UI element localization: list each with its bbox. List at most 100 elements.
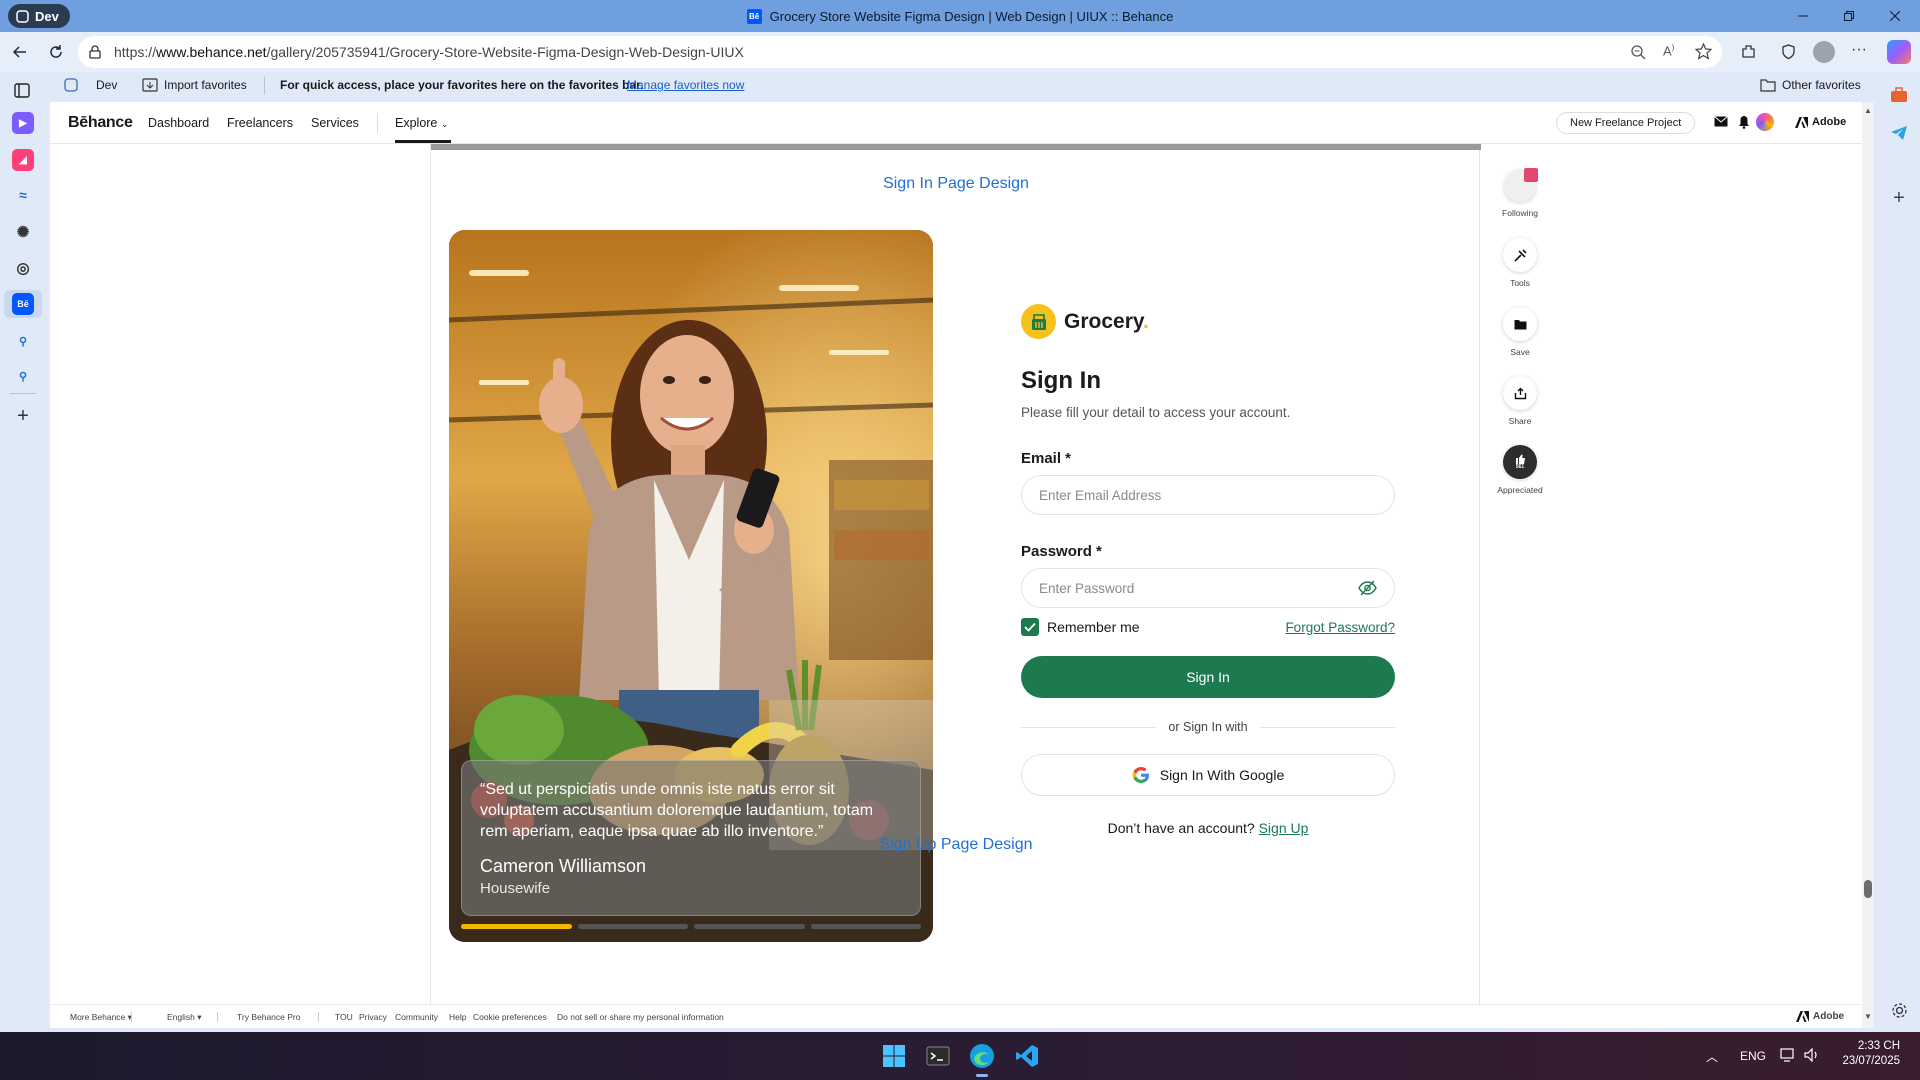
- windows-start-icon[interactable]: [880, 1042, 908, 1070]
- rail-search-icon[interactable]: ⚲: [12, 330, 34, 352]
- tray-chevron-up-icon[interactable]: ︿: [1706, 1048, 1718, 1065]
- messages-icon[interactable]: [1714, 116, 1728, 128]
- signup-prompt: Don’t have an account? Sign Up: [1107, 820, 1309, 836]
- minimize-button[interactable]: [1780, 0, 1826, 32]
- copilot-icon[interactable]: [1887, 40, 1911, 64]
- carousel-dot[interactable]: [694, 924, 805, 929]
- share-action[interactable]: Share: [1480, 376, 1560, 426]
- footer-language[interactable]: English ▾: [167, 1012, 202, 1023]
- fav-dev[interactable]: Dev: [64, 78, 117, 92]
- scroll-up-icon[interactable]: ▲: [1864, 106, 1872, 115]
- footer-community[interactable]: Community: [395, 1012, 438, 1022]
- forgot-password-link[interactable]: Forgot Password?: [1285, 620, 1395, 635]
- user-avatar[interactable]: [1756, 113, 1774, 131]
- nav-divider: [377, 113, 378, 133]
- footer-more-behance[interactable]: More Behance ▾: [70, 1012, 132, 1023]
- edge-browser-icon[interactable]: [968, 1042, 996, 1070]
- clock[interactable]: 2:33 CH 23/07/2025: [1840, 1040, 1900, 1067]
- manage-favorites-link[interactable]: Manage favorites now: [627, 78, 744, 92]
- refresh-button[interactable]: [44, 40, 68, 64]
- footer-tou[interactable]: TOU: [335, 1012, 353, 1022]
- google-signin-button[interactable]: Sign In With Google: [1021, 754, 1395, 796]
- remember-checkbox[interactable]: Remember me: [1021, 618, 1140, 636]
- vscode-icon[interactable]: [1013, 1042, 1041, 1070]
- footer-privacy[interactable]: Privacy: [359, 1012, 387, 1022]
- rail-divider: [10, 393, 36, 394]
- new-freelance-project-button[interactable]: New Freelance Project: [1556, 112, 1696, 134]
- appreciate-action[interactable]: 561 Appreciated: [1480, 445, 1560, 495]
- input-language[interactable]: ENG: [1740, 1049, 1766, 1063]
- site-info-icon[interactable]: [88, 45, 102, 59]
- zoom-icon[interactable]: [1630, 44, 1646, 60]
- browser-essentials-icon[interactable]: [1780, 43, 1797, 60]
- back-arrow-icon: [12, 46, 26, 58]
- footer-behance-pro[interactable]: Try Behance Pro: [237, 1012, 300, 1022]
- tools-briefcase-icon[interactable]: [1886, 82, 1912, 108]
- carousel-dot[interactable]: [577, 924, 688, 929]
- terminal-icon[interactable]: [924, 1042, 952, 1070]
- profile-avatar-icon[interactable]: [1813, 41, 1835, 63]
- url-text[interactable]: https://www.behance.net/gallery/20573594…: [114, 44, 744, 60]
- back-button[interactable]: [8, 40, 32, 64]
- sidebar-settings-icon[interactable]: [1886, 997, 1912, 1023]
- nav-services[interactable]: Services: [311, 116, 359, 130]
- tab-actions-icon[interactable]: [12, 80, 32, 100]
- footer-help[interactable]: Help: [449, 1012, 466, 1022]
- chevron-down-icon: ⌄: [440, 119, 449, 129]
- scroll-down-icon[interactable]: ▼: [1864, 1012, 1872, 1021]
- eye-off-icon[interactable]: [1358, 580, 1377, 596]
- footer-do-not-sell[interactable]: Do not sell or share my personal informa…: [557, 1012, 724, 1022]
- folder-icon: [1760, 79, 1776, 92]
- nav-explore[interactable]: Explore ⌄: [395, 116, 448, 130]
- rail-app-1-icon[interactable]: ▶: [12, 112, 34, 134]
- extensions-icon[interactable]: [1740, 43, 1757, 60]
- tools-icon[interactable]: [1503, 238, 1537, 272]
- signin-submit-button[interactable]: Sign In: [1021, 656, 1395, 698]
- rail-app-2-icon[interactable]: ◢: [12, 149, 34, 171]
- scroll-thumb[interactable]: [1864, 880, 1872, 898]
- password-field[interactable]: Enter Password: [1021, 568, 1395, 608]
- adobe-icon: [1796, 1011, 1809, 1022]
- rail-globe-icon[interactable]: ◎: [12, 257, 34, 279]
- close-button[interactable]: [1872, 0, 1918, 32]
- following-action[interactable]: Following: [1480, 168, 1560, 218]
- rail-search-2-icon[interactable]: ⚲: [12, 365, 34, 387]
- testimonial-quote: “Sed ut perspiciatis unde omnis iste nat…: [480, 781, 874, 840]
- nav-freelancers[interactable]: Freelancers: [227, 116, 293, 130]
- signup-link[interactable]: Sign Up: [1259, 820, 1309, 836]
- carousel-indicators: [461, 924, 921, 929]
- rail-app-3-icon[interactable]: ≈: [12, 184, 34, 206]
- carousel-dot[interactable]: [461, 924, 572, 929]
- tools-action[interactable]: Tools: [1480, 238, 1560, 288]
- telegram-icon[interactable]: [1886, 120, 1912, 146]
- sidebar-add-icon[interactable]: +: [1886, 185, 1912, 211]
- settings-more-icon[interactable]: ···: [1851, 41, 1867, 59]
- favorites-hint: For quick access, place your favorites h…: [280, 78, 644, 92]
- folder-save-icon[interactable]: [1503, 307, 1537, 341]
- import-favorites-button[interactable]: Import favorites: [142, 78, 247, 92]
- email-field[interactable]: Enter Email Address: [1021, 475, 1395, 515]
- restore-button[interactable]: [1826, 0, 1872, 32]
- favorite-star-icon[interactable]: [1695, 43, 1712, 60]
- checkbox-checked-icon[interactable]: [1021, 618, 1039, 636]
- notifications-icon[interactable]: [1738, 115, 1750, 129]
- appreciate-thumb-icon[interactable]: 561: [1503, 445, 1537, 479]
- save-action[interactable]: Save: [1480, 307, 1560, 357]
- rail-behance-icon[interactable]: Bē: [12, 293, 34, 315]
- footer-cookie-preferences[interactable]: Cookie preferences: [473, 1012, 547, 1022]
- footer-adobe[interactable]: Adobe: [1796, 1011, 1844, 1022]
- read-aloud-icon[interactable]: A): [1663, 43, 1674, 58]
- volume-icon[interactable]: [1804, 1048, 1820, 1062]
- other-favorites-button[interactable]: Other favorites: [1760, 78, 1861, 92]
- rail-add-icon[interactable]: +: [12, 405, 34, 427]
- nav-dashboard[interactable]: Dashboard: [148, 116, 209, 130]
- owner-avatar[interactable]: [1504, 168, 1538, 202]
- adobe-link[interactable]: Adobe: [1795, 116, 1846, 128]
- carousel-dot[interactable]: [810, 924, 921, 929]
- rail-openai-icon[interactable]: ✺: [12, 221, 34, 243]
- footer-divider: [217, 1012, 218, 1022]
- share-icon[interactable]: [1503, 376, 1537, 410]
- network-icon[interactable]: [1780, 1048, 1796, 1062]
- behance-logo[interactable]: Bēhance: [68, 114, 133, 132]
- brand-name: Grocery.: [1064, 309, 1149, 333]
